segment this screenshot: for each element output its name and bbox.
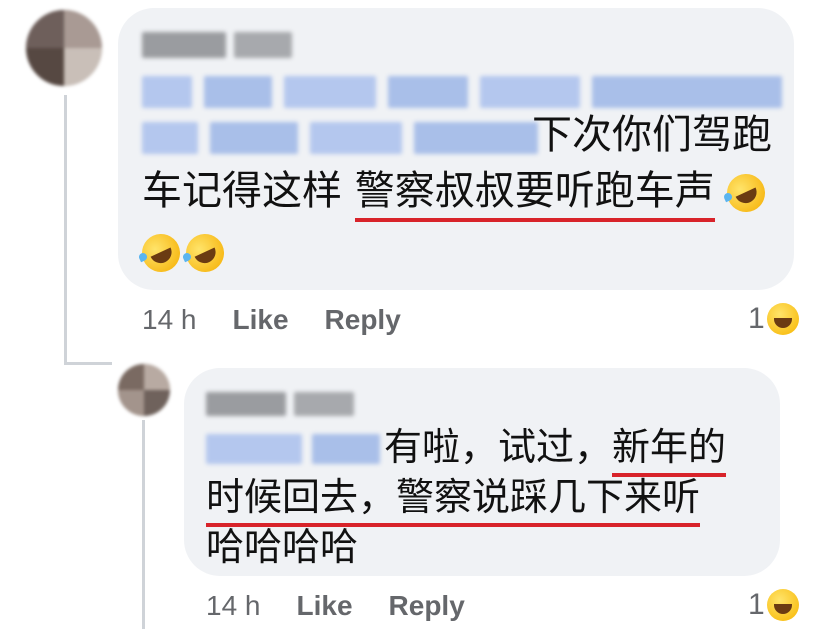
reply-mention-redacted[interactable] — [206, 434, 380, 464]
reply-actions: 14 h Like Reply — [206, 590, 465, 622]
thread-line-vertical — [64, 95, 67, 365]
reply-timestamp[interactable]: 14 h — [206, 590, 261, 622]
laughing-face-icon — [766, 589, 799, 621]
avatar[interactable] — [26, 10, 102, 86]
reaction-summary[interactable]: 1 — [748, 302, 799, 336]
reply-text-line3: 哈哈哈哈 — [206, 525, 359, 569]
reply-text-plain: 有啦，试过， — [384, 425, 613, 469]
reaction-count: 1 — [748, 302, 765, 335]
reply-text-line1: 有啦，试过，新年的 — [384, 420, 727, 477]
mention-redacted-line1[interactable] — [142, 76, 782, 108]
author-name-redacted[interactable] — [142, 32, 292, 58]
thread-line-elbow — [64, 362, 112, 365]
comment-text-line1: 下次你们驾跑 — [532, 112, 772, 158]
reply-text-line2: 时候回去，警察说踩几下来听 — [206, 470, 701, 527]
like-button[interactable]: Like — [297, 590, 353, 622]
thread-line-reply — [142, 420, 145, 629]
reply-button[interactable]: Reply — [325, 304, 401, 336]
comment-text-underlined: 警察叔叔要听跑车声 — [354, 168, 715, 222]
rofl-emoji-icon — [721, 167, 772, 219]
reply-button[interactable]: Reply — [389, 590, 465, 622]
comment-emoji-line — [135, 224, 231, 279]
reaction-count: 1 — [748, 588, 765, 621]
laughing-face-icon — [766, 303, 799, 335]
rofl-emoji-icon — [179, 227, 231, 279]
avatar[interactable] — [118, 364, 170, 416]
like-button[interactable]: Like — [233, 304, 289, 336]
mention-redacted-line2[interactable] — [142, 122, 538, 154]
comment-text-line2: 车记得这样 警察叔叔要听跑车声 — [142, 164, 772, 222]
reply-author-redacted[interactable] — [206, 392, 354, 416]
comment-actions: 14 h Like Reply — [142, 304, 401, 336]
rofl-emoji-icon — [135, 227, 187, 279]
comment-text-plain: 车记得这样 — [142, 168, 355, 214]
comment-timestamp[interactable]: 14 h — [142, 304, 197, 336]
reaction-summary[interactable]: 1 — [748, 588, 799, 622]
